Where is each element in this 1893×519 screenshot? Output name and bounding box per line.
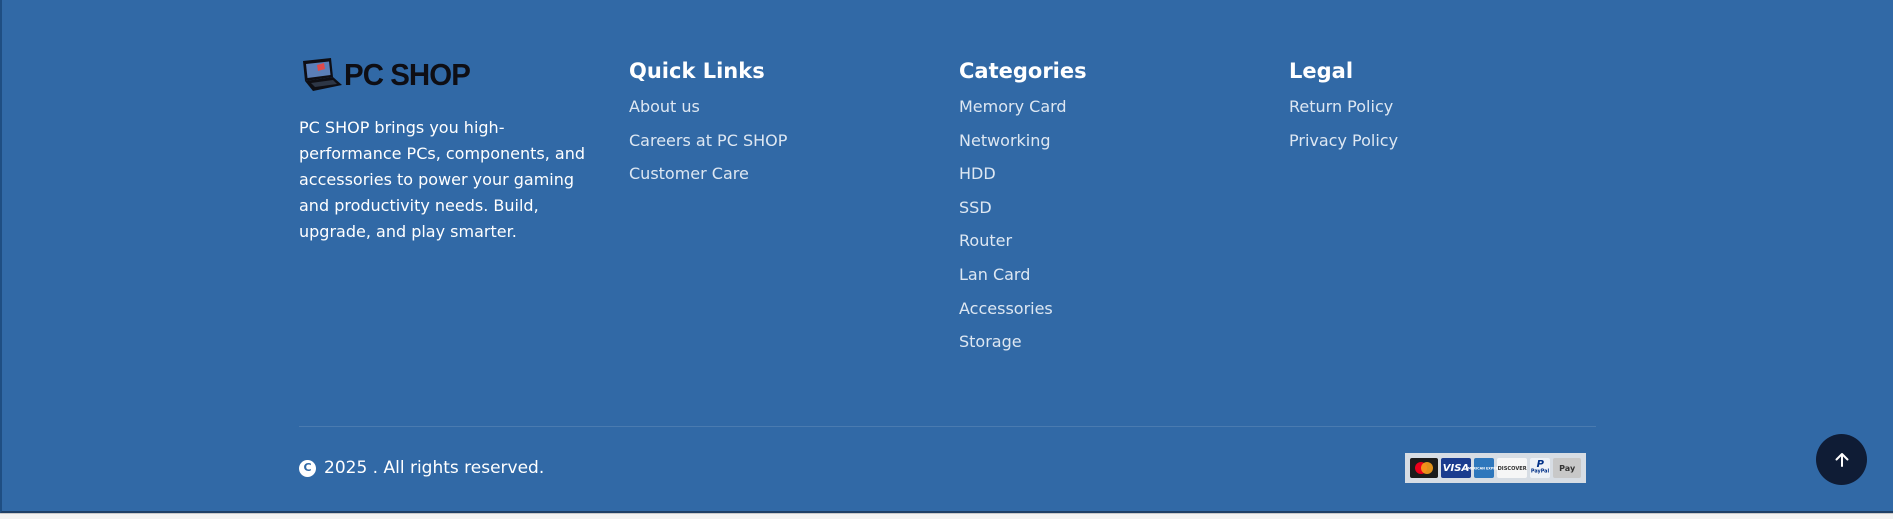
category-link-accessories[interactable]: Accessories	[959, 299, 1259, 333]
brand-name: PC SHOP	[344, 57, 471, 92]
quick-links-title: Quick Links	[629, 59, 765, 83]
brand-logo[interactable]: PC SHOP	[299, 57, 604, 93]
amex-icon: AMERICAN EXPRESS	[1466, 458, 1503, 478]
footer-brand-column: PC SHOP PC SHOP brings you high-performa…	[299, 56, 604, 245]
categories-list: Memory Card Networking HDD SSD Router La…	[959, 97, 1259, 366]
laptop-logo-icon	[303, 58, 342, 91]
copyright-text: 2025 . All rights reserved.	[324, 458, 545, 478]
footer-divider	[299, 426, 1596, 427]
copyright: C 2025 . All rights reserved.	[299, 456, 544, 480]
footer-link-customer-care[interactable]: Customer Care	[629, 164, 929, 198]
page-bottom-edge	[0, 513, 1893, 519]
quick-links-list: About us Careers at PC SHOP Customer Car…	[629, 97, 929, 198]
brand-description: PC SHOP brings you high-performance PCs,…	[299, 118, 586, 241]
payment-methods: VISA AMERICAN EXPRESS DISCOVER P PayPal …	[1405, 453, 1586, 483]
footer-link-return-policy[interactable]: Return Policy	[1289, 97, 1589, 131]
legal-list: Return Policy Privacy Policy	[1289, 97, 1589, 164]
category-link-ssd[interactable]: SSD	[959, 198, 1259, 232]
footer-quick-links-column: Quick Links About us Careers at PC SHOP …	[629, 56, 929, 198]
category-link-networking[interactable]: Networking	[959, 131, 1259, 165]
category-link-hdd[interactable]: HDD	[959, 164, 1259, 198]
category-link-storage[interactable]: Storage	[959, 332, 1259, 366]
category-link-lan-card[interactable]: Lan Card	[959, 265, 1259, 299]
footer-categories-column: Categories Memory Card Networking HDD SS…	[959, 56, 1259, 366]
footer-link-privacy-policy[interactable]: Privacy Policy	[1289, 131, 1589, 165]
footer-link-about-us[interactable]: About us	[629, 97, 929, 131]
categories-title: Categories	[959, 59, 1087, 83]
category-link-memory-card[interactable]: Memory Card	[959, 97, 1259, 131]
site-footer: PC SHOP PC SHOP brings you high-performa…	[0, 0, 1893, 513]
mastercard-icon	[1410, 458, 1438, 478]
copyright-icon: C	[299, 459, 316, 477]
legal-title: Legal	[1289, 59, 1354, 83]
category-link-router[interactable]: Router	[959, 231, 1259, 265]
back-to-top-button[interactable]	[1816, 434, 1867, 485]
arrow-up-icon	[1835, 452, 1848, 467]
footer-link-careers[interactable]: Careers at PC SHOP	[629, 131, 929, 165]
discover-icon: DISCOVER	[1497, 458, 1528, 478]
paypal-icon: P PayPal	[1530, 458, 1551, 478]
footer-legal-column: Legal Return Policy Privacy Policy	[1289, 56, 1589, 164]
apple-pay-icon: Pay	[1553, 458, 1581, 478]
